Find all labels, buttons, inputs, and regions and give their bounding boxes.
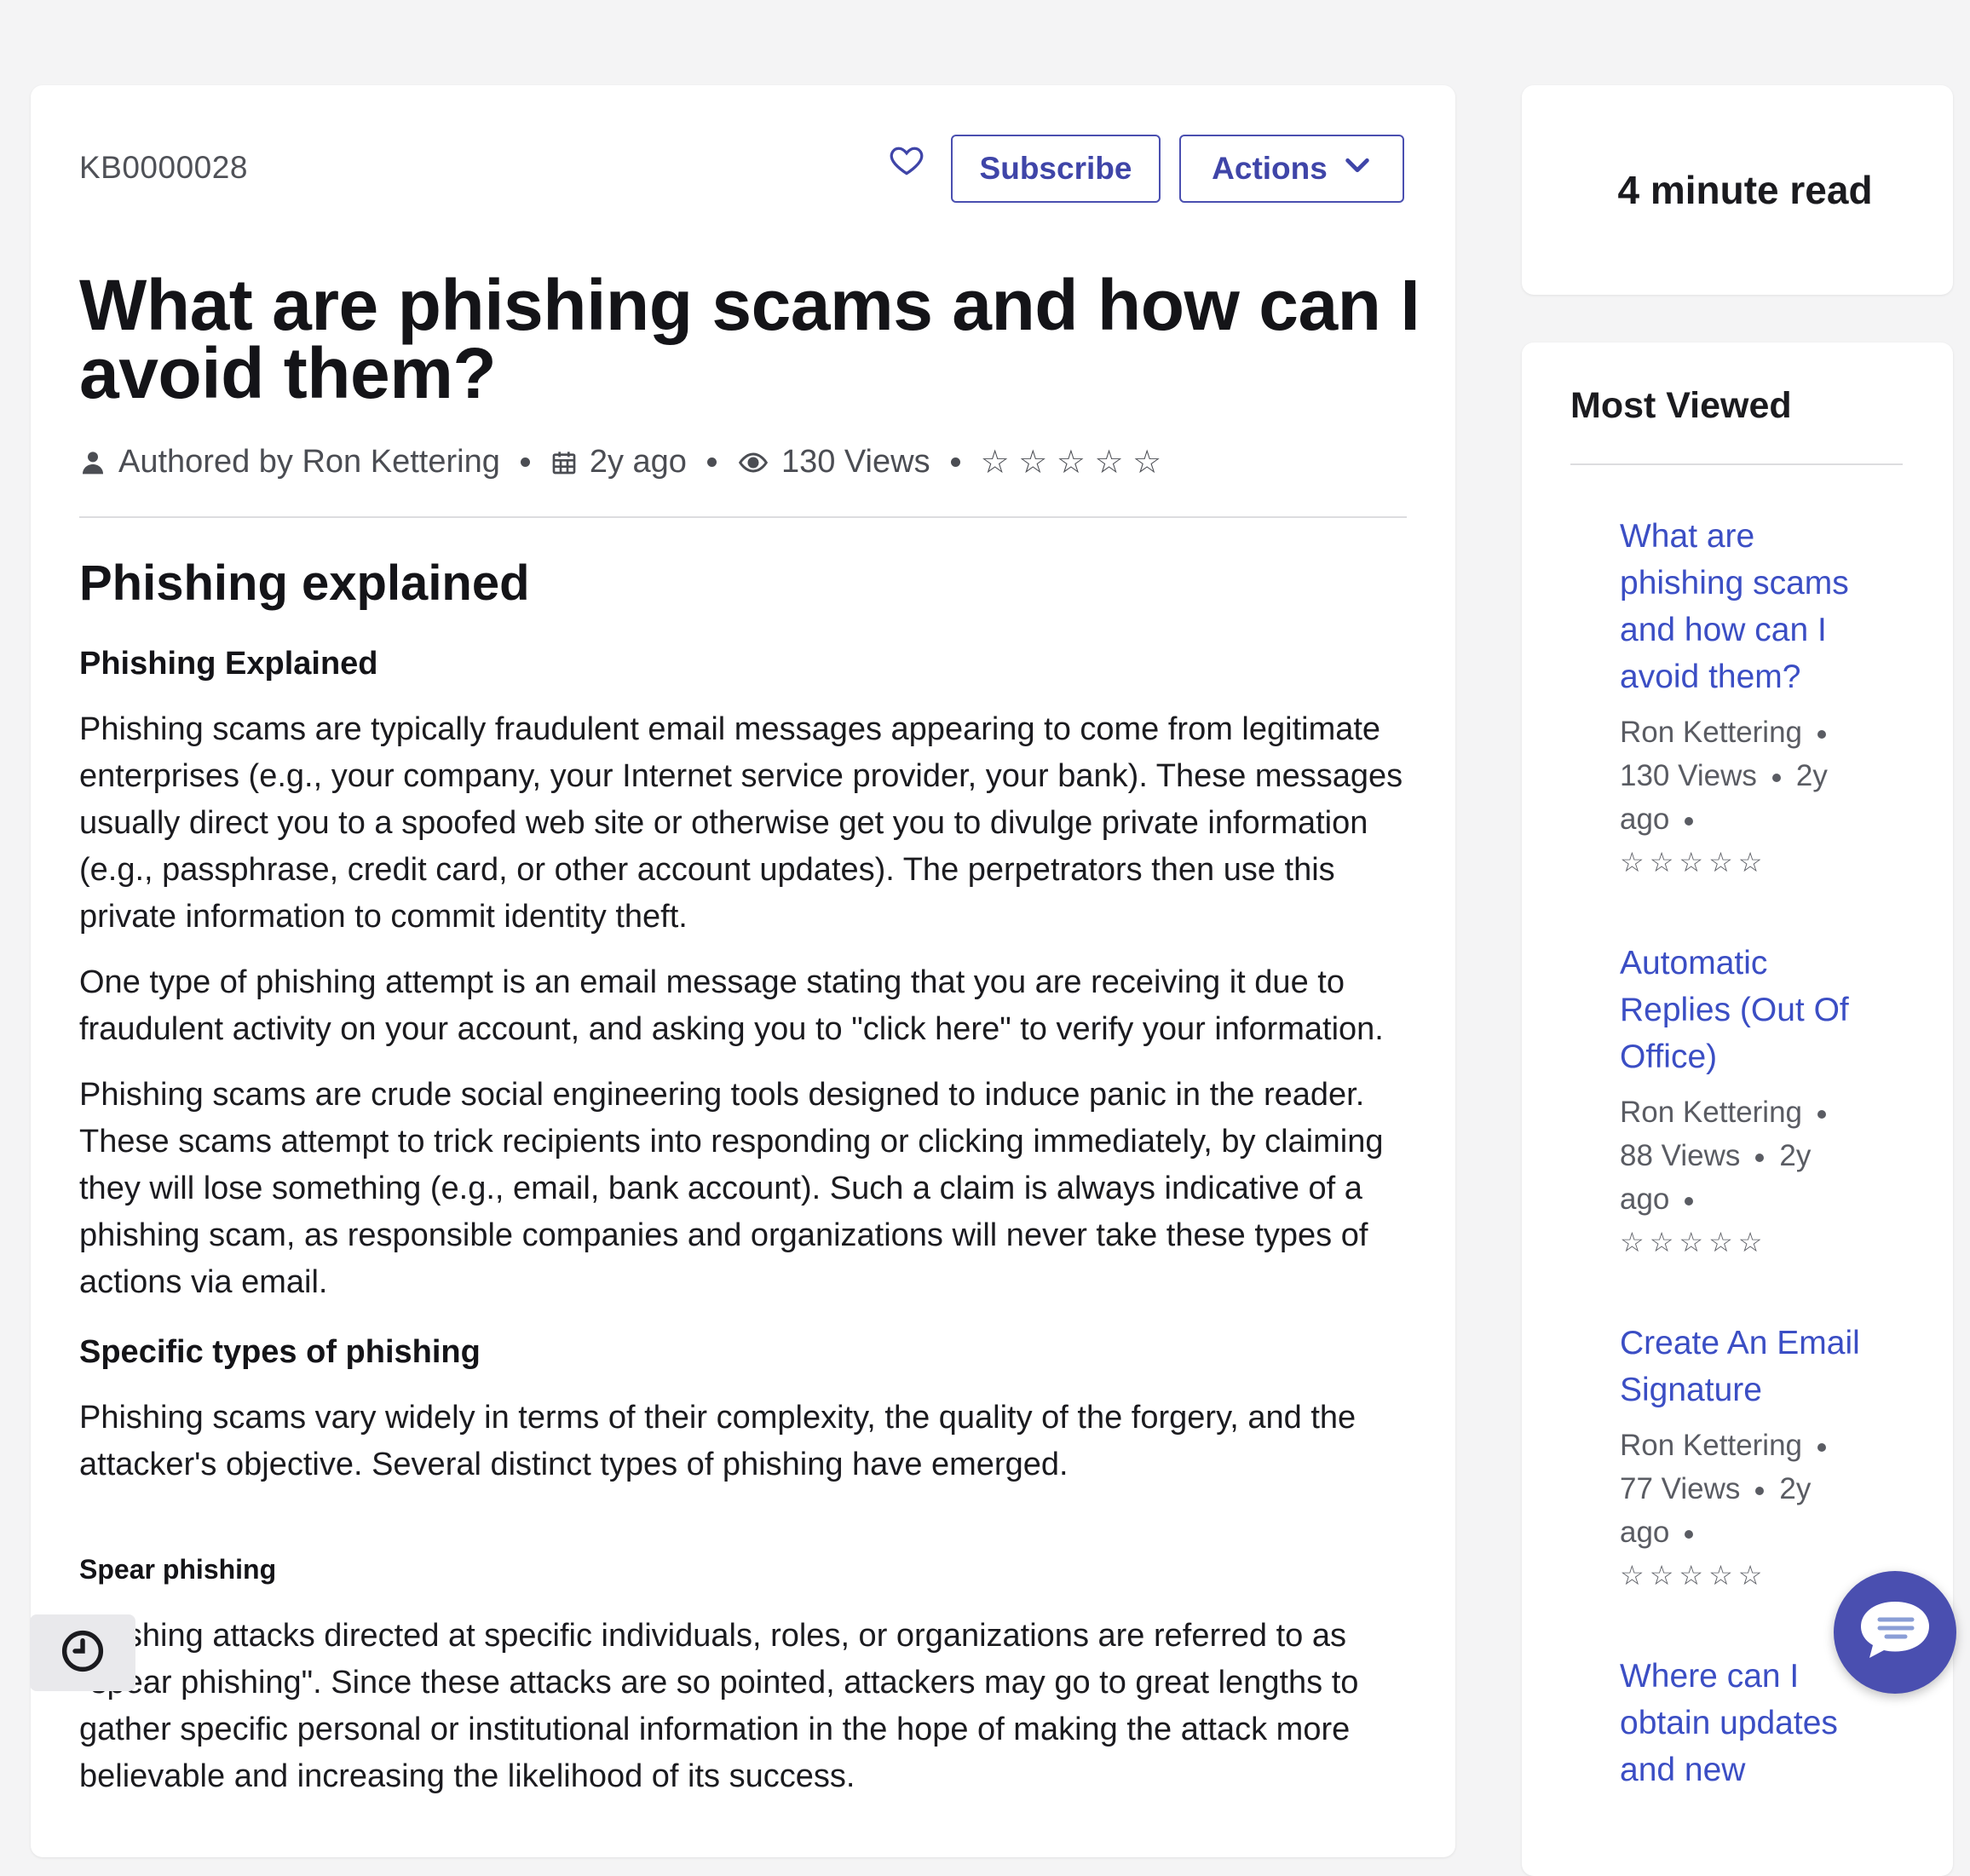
item-author: Ron Kettering — [1620, 1096, 1803, 1129]
item-date: 2y — [1795, 759, 1828, 792]
most-viewed-meta: Ron Kettering 88 Views 2y ago ☆☆☆☆☆ — [1620, 1090, 1867, 1263]
paragraph: Phishing attacks directed at specific in… — [79, 1618, 1359, 1794]
list-item: Automatic Replies (Out Of Office) Ron Ke… — [1620, 940, 1867, 1263]
item-date: 2y — [1779, 1472, 1812, 1505]
user-icon — [79, 448, 107, 475]
article-rating-stars[interactable]: ☆ ☆ ☆ ☆ ☆ — [981, 443, 1162, 481]
item-rating-stars: ☆☆☆☆☆ — [1620, 847, 1768, 878]
list-item: Create An Email Signature Ron Kettering … — [1620, 1320, 1867, 1597]
history-button[interactable] — [30, 1614, 135, 1691]
paragraph: Phishing scams vary widely in terms of t… — [79, 1400, 1357, 1482]
subscribe-button-label: Subscribe — [979, 151, 1132, 186]
list-item: Where can I obtain updates and new — [1620, 1653, 1867, 1793]
meta-separator — [1755, 1153, 1765, 1162]
heart-icon[interactable] — [888, 141, 925, 179]
item-date-suffix: ago — [1620, 803, 1670, 836]
item-views: 130 Views — [1620, 759, 1757, 792]
most-viewed-meta: Ron Kettering 130 Views 2y ago ☆☆☆☆☆ — [1620, 711, 1867, 883]
actions-button-label: Actions — [1212, 151, 1328, 186]
meta-separator — [1817, 729, 1827, 739]
item-rating-stars: ☆☆☆☆☆ — [1620, 1560, 1768, 1591]
article-author: Authored by Ron Kettering — [118, 443, 500, 480]
article-card: KB0000028 Subscribe Actions What are phi… — [31, 85, 1455, 1857]
most-viewed-link[interactable]: Create An Email Signature — [1620, 1320, 1867, 1413]
most-viewed-meta: Ron Kettering 77 Views 2y ago ☆☆☆☆☆ — [1620, 1424, 1867, 1597]
calendar-icon — [550, 448, 578, 475]
subheading-specific-types: Specific types of phishing — [79, 1334, 481, 1370]
clock-icon — [60, 1628, 106, 1678]
title-divider — [79, 516, 1407, 518]
meta-separator — [1685, 816, 1694, 826]
meta-separator — [1817, 1442, 1827, 1452]
paragraph: One type of phishing attempt is an email… — [79, 964, 1384, 1047]
eye-icon — [737, 448, 769, 475]
meta-separator — [520, 457, 530, 467]
most-viewed-link[interactable]: Where can I obtain updates and new — [1620, 1653, 1867, 1793]
list-item: What are phishing scams and how can I av… — [1620, 513, 1867, 883]
paragraph: Phishing scams are crude social engineer… — [79, 1077, 1384, 1300]
article-date: 2y ago — [589, 443, 687, 480]
subheading-phishing-explained: Phishing Explained — [79, 646, 378, 682]
meta-separator — [1817, 1109, 1827, 1119]
article-number: KB0000028 — [79, 150, 248, 185]
item-date-suffix: ago — [1620, 1516, 1670, 1549]
chat-button[interactable] — [1834, 1571, 1956, 1694]
chevron-down-icon — [1343, 151, 1372, 187]
subheading-spear-phishing: Spear phishing — [79, 1554, 277, 1585]
paragraph: Phishing scams are typically fraudulent … — [79, 711, 1403, 935]
most-viewed-list: What are phishing scams and how can I av… — [1620, 513, 1867, 1850]
most-viewed-link[interactable]: Automatic Replies (Out Of Office) — [1620, 940, 1867, 1080]
meta-separator — [706, 457, 717, 467]
read-time: 4 minute read — [1617, 168, 1873, 212]
most-viewed-divider — [1570, 463, 1903, 465]
section-heading: Phishing explained — [79, 555, 530, 611]
meta-separator — [1771, 773, 1781, 782]
most-viewed-title: Most Viewed — [1570, 385, 1792, 426]
item-date: 2y — [1779, 1139, 1812, 1172]
item-views: 88 Views — [1620, 1139, 1741, 1172]
meta-separator — [1755, 1486, 1765, 1495]
read-time-card: 4 minute read — [1522, 85, 1953, 295]
meta-separator — [950, 457, 960, 467]
item-author: Ron Kettering — [1620, 1429, 1803, 1462]
item-author: Ron Kettering — [1620, 716, 1803, 749]
item-rating-stars: ☆☆☆☆☆ — [1620, 1227, 1768, 1257]
article-body: Phishing explained Phishing Explained Ph… — [79, 550, 1421, 1800]
article-meta: Authored by Ron Kettering 2y ago 130 Vie… — [79, 436, 1161, 487]
meta-separator — [1685, 1529, 1694, 1539]
item-date-suffix: ago — [1620, 1183, 1670, 1216]
meta-separator — [1685, 1196, 1694, 1206]
item-views: 77 Views — [1620, 1472, 1741, 1505]
article-views: 130 Views — [781, 443, 930, 480]
subscribe-button[interactable]: Subscribe — [951, 135, 1161, 203]
most-viewed-link[interactable]: What are phishing scams and how can I av… — [1620, 513, 1867, 700]
chat-icon — [1856, 1597, 1934, 1669]
article-title: What are phishing scams and how can I av… — [79, 265, 1420, 413]
actions-button[interactable]: Actions — [1179, 135, 1404, 203]
